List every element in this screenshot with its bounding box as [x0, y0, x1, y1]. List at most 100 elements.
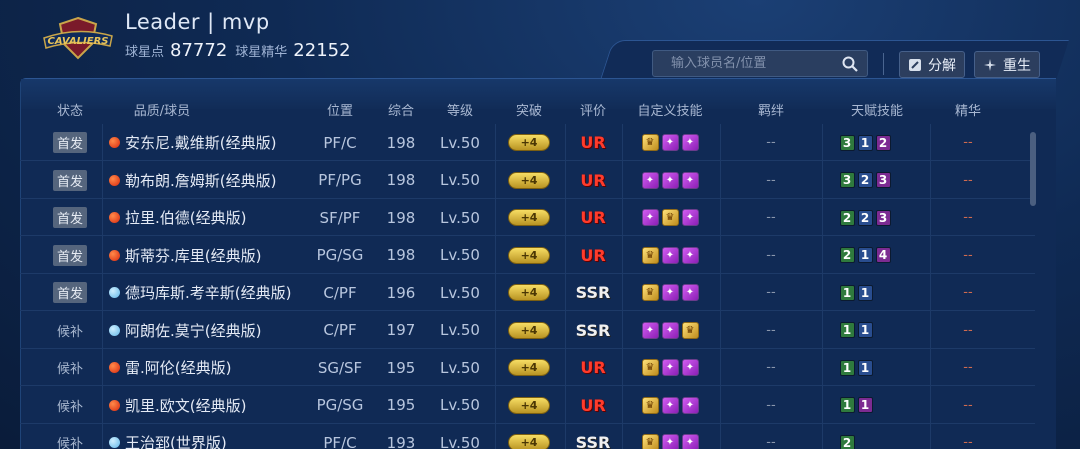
skill-icon[interactable]: ✦ — [641, 321, 659, 339]
header-essence: 精华 — [954, 104, 981, 119]
talent-cell[interactable]: 11 — [832, 387, 922, 424]
skill-icon[interactable]: ✦ — [681, 134, 699, 151]
skill-icon[interactable]: ✦ — [681, 209, 699, 226]
player-row[interactable]: 首发 斯蒂芬.库里(经典版) PG/SG 198 Lv.50 +4 UR ♛ ✦ ✦ -- 2 1 4 -- — [20, 237, 1035, 274]
talent-level-badge: 2 — [839, 434, 855, 449]
talent-level-badge: 1 — [857, 284, 873, 301]
status-badge: 候补 — [40, 387, 100, 424]
skill-icon[interactable]: ✦ — [661, 171, 679, 189]
custom-skills-cell[interactable]: ✦ ✦ ♛ — [615, 312, 725, 349]
scrollbar[interactable] — [1030, 132, 1036, 206]
column-divider — [622, 124, 623, 449]
skill-icon[interactable]: ✦ — [661, 134, 679, 151]
search-box[interactable] — [652, 50, 868, 77]
skill-icon[interactable]: ✦ — [681, 359, 699, 376]
player-name-cell[interactable]: 凯里.欧文(经典版) — [109, 387, 319, 424]
skill-icon[interactable]: ♛ — [681, 321, 699, 339]
breakthrough-cell: +4 — [499, 274, 559, 311]
player-row[interactable]: 候补 凯里.欧文(经典版) PG/SG 195 Lv.50 +4 UR ♛ ✦ ✦ -- 1 1 -- — [20, 387, 1035, 424]
custom-skills-cell[interactable]: ♛ ✦ ✦ — [615, 349, 725, 386]
rebirth-button[interactable]: 重生 — [974, 51, 1040, 78]
player-row[interactable]: 首发 拉里.伯德(经典版) SF/PF 198 Lv.50 +4 UR ✦ ♛ ✦ -- 2 2 3 -- — [20, 199, 1035, 236]
talent-cell[interactable]: 223 — [832, 199, 922, 236]
skill-icon[interactable]: ✦ — [681, 284, 699, 301]
player-name-cell[interactable]: 阿朗佐.莫宁(经典版) — [109, 312, 319, 349]
skill-icon[interactable]: ✦ — [661, 396, 679, 414]
talent-cell[interactable]: 214 — [832, 237, 922, 274]
player-name-cell[interactable]: 王治郅(世界版) — [109, 424, 319, 449]
player-level: Lv.50 — [440, 358, 480, 377]
skill-icon[interactable]: ✦ — [661, 359, 679, 376]
toolbar-divider — [883, 53, 884, 75]
player-row[interactable]: 首发 勒布朗.詹姆斯(经典版) PF/PG 198 Lv.50 +4 UR ✦ ✦ ✦ -- 3 2 3-… — [20, 162, 1035, 199]
search-input[interactable] — [671, 56, 831, 71]
talent-cell[interactable]: 11 — [832, 274, 922, 311]
talent-level-badge: 3 — [875, 172, 891, 188]
player-row[interactable]: 候补 阿朗佐.莫宁(经典版) C/PF 197 Lv.50 +4 SSR ✦ ✦ ♛ -- 1 1 -- — [20, 312, 1035, 349]
custom-skills-cell[interactable]: ♛ ✦ ✦ — [615, 424, 725, 449]
quality-dot-icon — [109, 287, 120, 298]
custom-skills-cell[interactable]: ♛ ✦ ✦ — [615, 124, 725, 161]
player-name-cell[interactable]: 雷.阿伦(经典版) — [109, 349, 319, 386]
quality-dot-icon — [109, 249, 120, 261]
skill-icon[interactable]: ✦ — [641, 171, 659, 189]
breakthrough-cell: +4 — [499, 237, 559, 274]
skill-icon[interactable]: ✦ — [661, 321, 679, 339]
essence-value: -- — [963, 435, 973, 449]
skill-icon[interactable]: ♛ — [641, 396, 659, 414]
skill-icon[interactable]: ✦ — [681, 434, 699, 449]
player-name-cell[interactable]: 德玛库斯.考辛斯(经典版) — [109, 274, 319, 311]
skill-icon[interactable]: ✦ — [681, 171, 699, 189]
player-level: Lv.50 — [440, 246, 480, 264]
bond-value: -- — [766, 172, 776, 188]
custom-skills-cell[interactable]: ✦ ✦ ✦ — [615, 162, 725, 199]
skill-icon[interactable]: ✦ — [661, 284, 679, 301]
column-divider — [565, 124, 566, 449]
skill-icon[interactable]: ♛ — [641, 134, 659, 151]
talent-cell[interactable]: 312 — [832, 124, 922, 161]
skill-icon[interactable]: ✦ — [661, 434, 679, 449]
quality-dot-icon — [109, 437, 120, 448]
custom-skills-cell[interactable]: ♛ ✦ ✦ — [615, 237, 725, 274]
player-name-cell[interactable]: 勒布朗.詹姆斯(经典版) — [109, 162, 319, 199]
player-overall: 197 — [386, 321, 416, 339]
skill-icon[interactable]: ♛ — [641, 246, 659, 264]
custom-skills-cell[interactable]: ✦ ♛ ✦ — [615, 199, 725, 236]
player-level: Lv.50 — [440, 433, 480, 449]
player-row[interactable]: 候补 王治郅(世界版) PF/C 193 Lv.50 +4 SSR ♛ ✦ ✦ -- 2 -- — [20, 424, 1035, 449]
player-row[interactable]: 候补 雷.阿伦(经典版) SG/SF 195 Lv.50 +4 UR ♛ ✦ ✦ -- 1 1 -- — [20, 349, 1035, 386]
player-name: 斯蒂芬.库里(经典版) — [125, 246, 262, 265]
header-bond: 羁绊 — [757, 104, 784, 119]
custom-skills-cell[interactable]: ♛ ✦ ✦ — [615, 387, 725, 424]
player-row[interactable]: 首发 德玛库斯.考辛斯(经典版) C/PF 196 Lv.50 +4 SSR ♛ ✦ ✦ -- 1 1-… — [20, 274, 1035, 311]
skill-icon[interactable]: ✦ — [661, 246, 679, 264]
player-name-cell[interactable]: 斯蒂芬.库里(经典版) — [109, 237, 319, 274]
grade-cell: UR — [568, 237, 618, 274]
talent-cell[interactable]: 11 — [832, 312, 922, 349]
status-label: 候补 — [56, 324, 83, 340]
skill-icon[interactable]: ♛ — [661, 209, 679, 226]
custom-skills-cell[interactable]: ♛ ✦ ✦ — [615, 274, 725, 311]
decompose-button[interactable]: 分解 — [899, 51, 965, 78]
talent-cell[interactable]: 2 — [832, 424, 922, 449]
talent-cell[interactable]: 323 — [832, 162, 922, 199]
points-value: 87772 — [170, 40, 228, 61]
breakthrough-badge: +4 — [508, 359, 550, 376]
quality-dot-icon — [109, 137, 120, 148]
skill-icon[interactable]: ♛ — [641, 284, 659, 301]
search-icon[interactable] — [841, 55, 859, 73]
bond-value: -- — [766, 360, 776, 375]
essence-value: -- — [963, 322, 973, 338]
skill-icon[interactable]: ♛ — [641, 359, 659, 376]
skill-icon[interactable]: ✦ — [681, 396, 699, 414]
player-name-cell[interactable]: 安东尼.戴维斯(经典版) — [109, 124, 319, 161]
player-level: Lv.50 — [440, 171, 480, 189]
player-row[interactable]: 首发 安东尼.戴维斯(经典版) PF/C 198 Lv.50 +4 UR ♛ ✦ ✦ -- 3 1 2 -- — [20, 124, 1035, 161]
skill-icon[interactable]: ✦ — [641, 209, 659, 226]
player-name-cell[interactable]: 拉里.伯德(经典版) — [109, 199, 319, 236]
skill-icon[interactable]: ✦ — [681, 246, 699, 264]
player-name: 拉里.伯德(经典版) — [125, 209, 247, 227]
talent-cell[interactable]: 11 — [832, 349, 922, 386]
skill-icon[interactable]: ♛ — [641, 434, 659, 449]
grade-badge: UR — [580, 245, 606, 265]
